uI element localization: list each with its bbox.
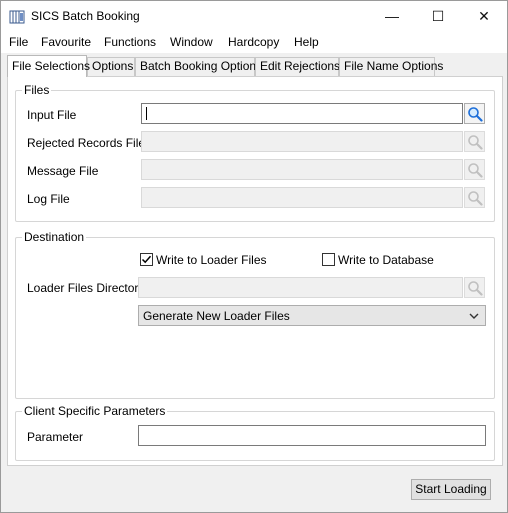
loader-directory-browse-button <box>464 277 485 298</box>
write-to-loader-checkbox[interactable] <box>140 253 153 266</box>
input-file-label: Input File <box>27 108 77 122</box>
magnifier-icon <box>468 191 483 206</box>
main-window: SICS Batch Booking — ☐ ✕ File Favourite … <box>0 0 508 513</box>
file-selections-panel: Files Input File Rejected Records File M… <box>7 76 503 466</box>
write-to-loader-label[interactable]: Write to Loader Files <box>156 253 267 267</box>
tab-strip: File Selections Options Batch Booking Op… <box>1 55 507 77</box>
chevron-down-icon <box>469 313 479 319</box>
app-icon <box>9 10 25 24</box>
menu-bar: File Favourite Functions Window Hardcopy… <box>1 31 507 53</box>
files-group-title: Files <box>22 83 52 97</box>
rejected-records-file-label: Rejected Records File <box>27 136 146 150</box>
input-file-field[interactable] <box>141 103 463 124</box>
magnifier-icon <box>468 163 483 178</box>
checkmark-icon <box>141 255 152 264</box>
tab-batch-booking-options[interactable]: Batch Booking Options <box>135 57 262 76</box>
log-file-label: Log File <box>27 192 70 206</box>
menu-window[interactable]: Window <box>170 35 213 49</box>
log-file-browse-button <box>464 187 485 208</box>
menu-functions[interactable]: Functions <box>104 35 156 49</box>
menu-favourite[interactable]: Favourite <box>41 35 91 49</box>
loader-files-directory-field <box>138 277 463 298</box>
parameter-label: Parameter <box>27 430 84 444</box>
loader-mode-select[interactable]: Generate New Loader Files <box>138 305 486 326</box>
message-file-browse-button <box>464 159 485 180</box>
loader-mode-value: Generate New Loader Files <box>143 309 290 323</box>
menu-help[interactable]: Help <box>294 35 319 49</box>
tab-file-selections[interactable]: File Selections <box>7 55 90 77</box>
tab-edit-rejections[interactable]: Edit Rejections <box>255 57 340 76</box>
tab-options[interactable]: Options <box>87 57 135 76</box>
destination-group: Destination Write to Loader Files Write … <box>15 230 495 399</box>
magnifier-icon <box>468 107 483 122</box>
start-loading-button[interactable]: Start Loading <box>411 479 491 500</box>
menu-file[interactable]: File <box>9 35 28 49</box>
menu-hardcopy[interactable]: Hardcopy <box>228 35 279 49</box>
message-file-label: Message File <box>27 164 99 178</box>
client-parameters-group: Client Specific Parameters Parameter <box>15 404 495 461</box>
close-button[interactable]: ✕ <box>461 1 507 31</box>
loader-files-directory-label: Loader Files Directory <box>27 281 145 295</box>
tab-file-name-options[interactable]: File Name Options <box>339 57 443 76</box>
parameter-input[interactable] <box>138 425 486 446</box>
input-file-browse-button[interactable] <box>464 103 485 124</box>
maximize-button[interactable]: ☐ <box>415 1 461 31</box>
rejected-records-file-field <box>141 131 463 152</box>
message-file-field <box>141 159 463 180</box>
client-parameters-group-title: Client Specific Parameters <box>22 404 168 418</box>
magnifier-icon <box>468 135 483 150</box>
destination-group-title: Destination <box>22 230 87 244</box>
title-bar[interactable]: SICS Batch Booking — ☐ ✕ <box>1 1 507 31</box>
minimize-button[interactable]: — <box>369 1 415 31</box>
write-to-database-checkbox[interactable] <box>322 253 335 266</box>
window-title: SICS Batch Booking <box>31 9 140 23</box>
write-to-database-label[interactable]: Write to Database <box>338 253 434 267</box>
rejected-records-browse-button <box>464 131 485 152</box>
magnifier-icon <box>468 281 483 296</box>
text-caret <box>146 107 147 120</box>
log-file-field <box>141 187 463 208</box>
files-group: Files Input File Rejected Records File M… <box>15 83 495 222</box>
